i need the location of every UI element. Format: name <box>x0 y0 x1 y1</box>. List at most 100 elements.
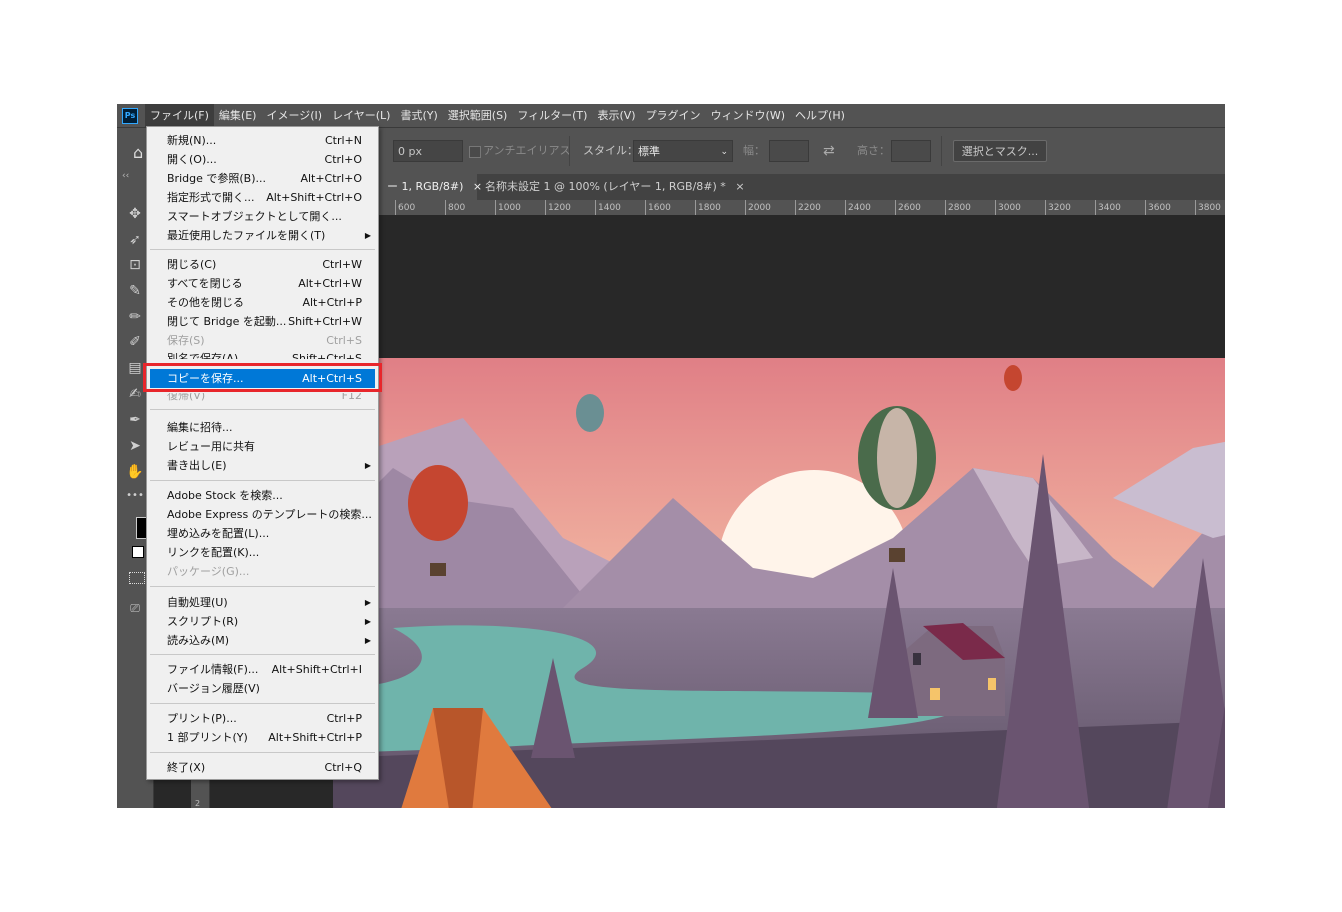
ruler-tick: 1000 <box>495 200 521 215</box>
balloon-basket <box>430 563 446 576</box>
menu-help[interactable]: ヘルプ(H) <box>790 104 850 127</box>
ruler-tick: 2400 <box>845 200 871 215</box>
tab-label: 名称未設定 1 @ 100% (レイヤー 1, RGB/8#) * <box>485 180 726 193</box>
ruler-tick: 3000 <box>995 200 1021 215</box>
lasso-tool-icon[interactable]: ➶ <box>125 230 145 250</box>
menu-item-export[interactable]: 書き出し(E) ▶ <box>150 456 375 475</box>
ruler-tick: 2200 <box>795 200 821 215</box>
more-tools-icon[interactable]: ••• <box>125 486 145 506</box>
menu-separator <box>150 409 375 410</box>
width-label: 幅： <box>743 144 765 157</box>
menu-select[interactable]: 選択範囲(S) <box>443 104 513 127</box>
ruler-tick: 1600 <box>645 200 671 215</box>
menu-item-version-history[interactable]: バージョン履歴(V) <box>150 679 375 698</box>
swap-colors-icon[interactable] <box>132 546 144 558</box>
close-icon[interactable]: × <box>735 180 744 193</box>
menu-item-open-recent[interactable]: 最近使用したファイルを開く(T) ▶ <box>150 226 375 245</box>
path-selection-icon[interactable]: ➤ <box>125 436 145 456</box>
pen-tool-icon[interactable]: ✒ <box>125 410 145 430</box>
menu-item-close-others[interactable]: その他を閉じる Alt+Ctrl+P <box>150 293 375 312</box>
menu-image[interactable]: イメージ(I) <box>261 104 327 127</box>
brush-tool-icon[interactable]: ✏ <box>125 307 145 327</box>
feather-input[interactable]: 0 px <box>393 140 463 162</box>
menu-item-close-go-bridge[interactable]: 閉じて Bridge を起動... Shift+Ctrl+W <box>150 312 375 331</box>
menu-item-open[interactable]: 開く(O)... Ctrl+O <box>150 150 375 169</box>
width-input[interactable] <box>769 140 809 162</box>
style-label: スタイル： <box>583 144 638 157</box>
eyedropper-tool-icon[interactable]: ✎ <box>125 281 145 301</box>
swap-icon[interactable]: ⇄ <box>823 140 835 162</box>
menu-item-browse-bridge[interactable]: Bridge で参照(B)... Alt+Ctrl+O <box>150 169 375 188</box>
menu-separator <box>150 752 375 753</box>
menu-item-exit[interactable]: 終了(X) Ctrl+Q <box>150 758 375 777</box>
height-input[interactable] <box>891 140 931 162</box>
divider <box>941 136 942 166</box>
menu-item-place-linked[interactable]: リンクを配置(K)... <box>150 543 375 562</box>
menu-item-place-embedded[interactable]: 埋め込みを配置(L)... <box>150 524 375 543</box>
menu-item-print[interactable]: プリント(P)... Ctrl+P <box>150 709 375 728</box>
menu-layer[interactable]: レイヤー(L) <box>327 104 395 127</box>
menu-window[interactable]: ウィンドウ(W) <box>706 104 790 127</box>
ruler-tick: 3800 <box>1195 200 1221 215</box>
menu-item-share-for-review[interactable]: レビュー用に共有 <box>150 437 375 456</box>
gradient-tool-icon[interactable]: ▤ <box>125 358 145 378</box>
divider <box>569 136 570 166</box>
antialias-checkbox[interactable] <box>469 146 481 158</box>
menu-item-file-info[interactable]: ファイル情報(F)... Alt+Shift+Ctrl+I <box>150 660 375 679</box>
house-window <box>988 678 996 690</box>
submenu-arrow-icon: ▶ <box>364 461 371 470</box>
menu-item-save[interactable]: 保存(S) Ctrl+S <box>150 331 375 350</box>
tab-document-active[interactable]: ー 1, RGB/8#) × <box>379 174 482 200</box>
ruler-tick: 3400 <box>1095 200 1121 215</box>
quick-mask-icon[interactable] <box>129 572 145 584</box>
style-select[interactable]: 標準 ⌄ <box>633 140 733 162</box>
menu-item-search-express-templates[interactable]: Adobe Express のテンプレートの検索... <box>150 505 375 524</box>
menu-item-open-smart-object[interactable]: スマートオブジェクトとして開く... <box>150 207 375 226</box>
menu-plugins[interactable]: プラグイン <box>641 104 706 127</box>
home-icon[interactable]: ⌂ <box>133 142 143 164</box>
menu-item-automate[interactable]: 自動処理(U) ▶ <box>150 593 375 612</box>
menu-item-save-as[interactable]: 別名で保存(A)... Shift+Ctrl+S <box>150 349 375 359</box>
submenu-arrow-icon: ▶ <box>364 231 371 240</box>
ruler-tick: 2000 <box>745 200 771 215</box>
menu-item-scripts[interactable]: スクリプト(R) ▶ <box>150 612 375 631</box>
ruler-tick: 1400 <box>595 200 621 215</box>
select-and-mask-button[interactable]: 選択とマスク... <box>953 140 1047 162</box>
chevron-down-icon: ⌄ <box>720 147 728 157</box>
menu-item-revert[interactable]: 復帰(V) F12 <box>150 393 375 403</box>
ruler-tick: 600 <box>395 200 415 215</box>
menu-view[interactable]: 表示(V) <box>592 104 640 127</box>
healing-brush-icon[interactable]: ✐ <box>125 332 145 352</box>
menu-item-invite-to-edit[interactable]: 編集に招待... <box>150 418 375 437</box>
menu-item-print-one-copy[interactable]: 1 部プリント(Y) Alt+Shift+Ctrl+P <box>150 728 375 747</box>
menu-item-close[interactable]: 閉じる(C) Ctrl+W <box>150 255 375 274</box>
house-window <box>913 653 921 665</box>
menu-item-package[interactable]: パッケージ(G)... <box>150 562 375 581</box>
photoshop-logo-icon: Ps <box>122 107 138 124</box>
menu-edit[interactable]: 編集(E) <box>214 104 262 127</box>
menu-item-search-adobe-stock[interactable]: Adobe Stock を検索... <box>150 486 375 505</box>
move-tool-icon[interactable]: ✥ <box>125 204 145 224</box>
highlight-callout <box>143 363 382 392</box>
screen-mode-icon[interactable]: ⎚ <box>125 598 145 618</box>
menu-type[interactable]: 書式(Y) <box>395 104 442 127</box>
collapse-panel-icon[interactable]: ‹‹ <box>122 171 129 181</box>
hand-tool-icon[interactable]: ✋ <box>125 462 145 482</box>
submenu-arrow-icon: ▶ <box>364 636 371 645</box>
crop-tool-icon[interactable]: ⊡ <box>125 255 145 275</box>
balloon-stripe <box>877 408 917 508</box>
tab-document[interactable]: 名称未設定 1 @ 100% (レイヤー 1, RGB/8#) * × <box>477 174 745 200</box>
menu-separator <box>150 249 375 250</box>
ruler-mark: 2 <box>195 799 201 808</box>
smudge-tool-icon[interactable]: ✍ <box>125 384 145 404</box>
menu-item-close-all[interactable]: すべてを閉じる Alt+Ctrl+W <box>150 274 375 293</box>
submenu-arrow-icon: ▶ <box>364 598 371 607</box>
menu-bar: Ps ファイル(F) 編集(E) イメージ(I) レイヤー(L) 書式(Y) 選… <box>117 104 1225 127</box>
ruler-tick: 800 <box>445 200 465 215</box>
canvas-artwork[interactable] <box>333 358 1225 808</box>
menu-item-import[interactable]: 読み込み(M) ▶ <box>150 631 375 650</box>
menu-item-open-as[interactable]: 指定形式で開く... Alt+Shift+Ctrl+O <box>150 188 375 207</box>
menu-file[interactable]: ファイル(F) <box>145 104 214 127</box>
menu-filter[interactable]: フィルター(T) <box>512 104 592 127</box>
menu-item-new[interactable]: 新規(N)... Ctrl+N <box>150 131 375 150</box>
